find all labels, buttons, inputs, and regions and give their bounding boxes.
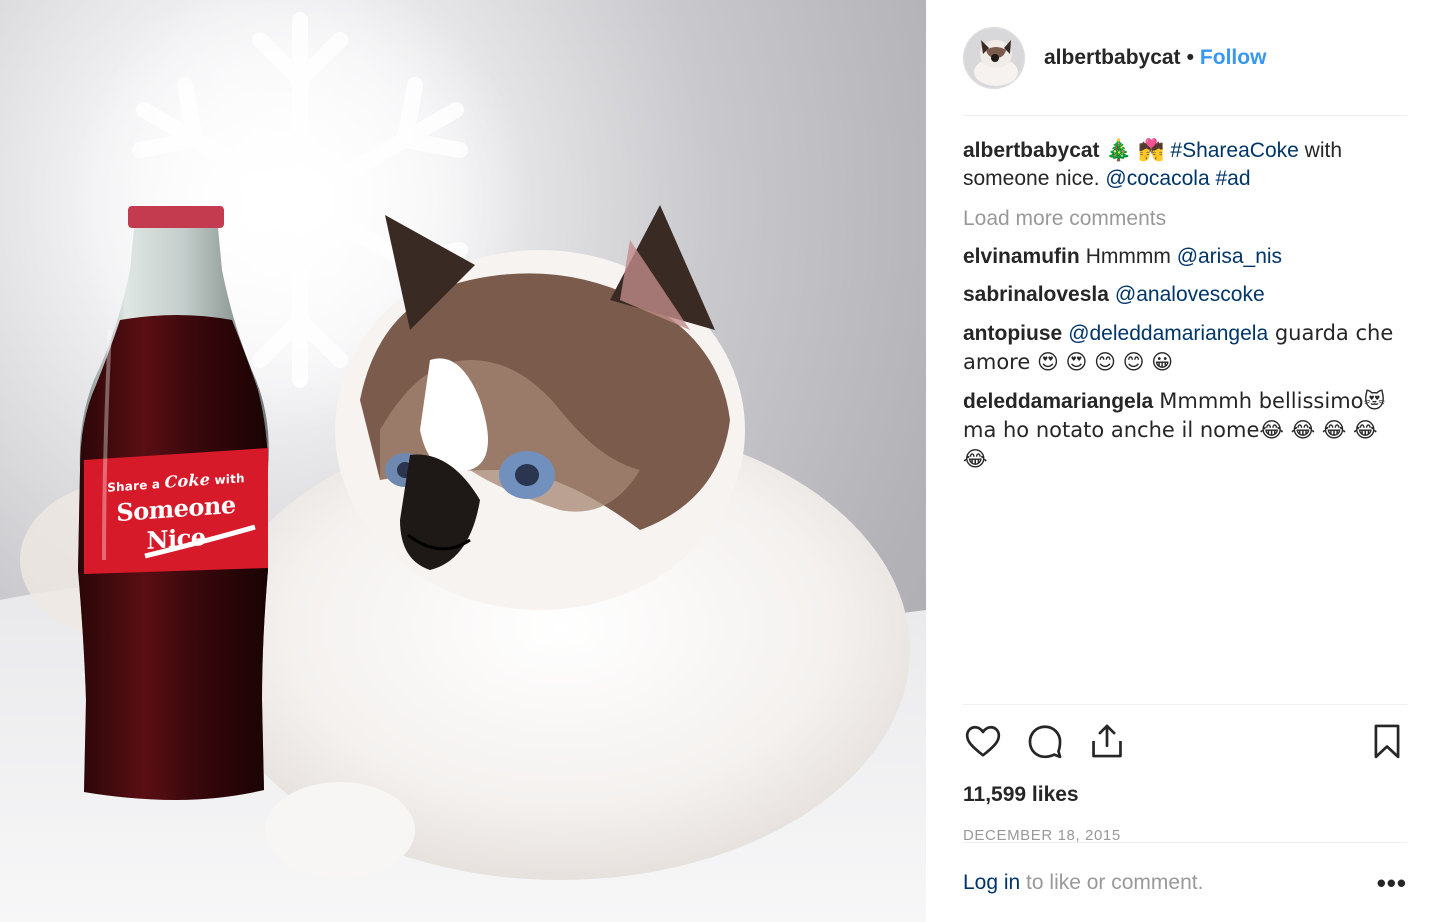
- instagram-post: Share a Coke with Someone Nice albertbab…: [0, 0, 1440, 922]
- caption-hashtag-sharecoke[interactable]: #ShareaCoke: [1170, 139, 1298, 162]
- caption-emojis: 🎄 💏: [1105, 138, 1165, 162]
- more-options-icon[interactable]: •••: [1377, 870, 1407, 896]
- comment-author[interactable]: elvinamufin: [963, 245, 1080, 268]
- save-button[interactable]: [1367, 721, 1407, 761]
- action-icons: [963, 721, 1407, 761]
- avatar-image: [964, 27, 1024, 88]
- post-footer: Log in to like or comment. •••: [963, 842, 1407, 922]
- post-header: albertbabycat • Follow: [963, 0, 1407, 116]
- comment-text: Hmmmm: [1085, 245, 1177, 268]
- photo-illustration: [0, 0, 926, 922]
- comment-author[interactable]: deleddamariangela: [963, 390, 1153, 413]
- share-button[interactable]: [1087, 721, 1127, 761]
- bookmark-icon: [1374, 724, 1400, 759]
- comment-item: elvinamufin Hmmmm @arisa_nis: [963, 243, 1407, 271]
- label-suffix: with: [214, 471, 245, 488]
- caption: albertbabycat 🎄 💏 #ShareaCoke with someon…: [963, 136, 1407, 193]
- caption-mention-cocacola[interactable]: @cocacola: [1105, 167, 1209, 190]
- label-prefix: Share a: [107, 477, 161, 495]
- login-link[interactable]: Log in: [963, 871, 1020, 894]
- likes-count[interactable]: 11,599 likes: [963, 783, 1407, 807]
- comment-item: deleddamariangela Mmmmh bellissimo😻 ma ho…: [963, 387, 1407, 474]
- avatar[interactable]: [963, 26, 1025, 89]
- post-sidebar: albertbabycat • Follow albertbabycat 🎄 💏 …: [926, 0, 1440, 922]
- follow-button[interactable]: Follow: [1200, 46, 1267, 70]
- comment-mention[interactable]: @deleddamariangela: [1068, 322, 1268, 345]
- caption-hashtag-ad[interactable]: #ad: [1215, 167, 1250, 190]
- header-separator: •: [1186, 45, 1194, 69]
- comment-mention[interactable]: @arisa_nis: [1177, 245, 1282, 268]
- comments-section: albertbabycat 🎄 💏 #ShareaCoke with someon…: [963, 116, 1407, 704]
- comment-author[interactable]: sabrinalovesla: [963, 283, 1109, 306]
- login-suffix: to like or comment.: [1020, 870, 1204, 894]
- bottle-label: Share a Coke with Someone Nice: [88, 456, 264, 578]
- comment-icon: [1028, 725, 1062, 759]
- like-button[interactable]: [963, 721, 1003, 761]
- login-prompt: Log in to like or comment.: [963, 871, 1203, 895]
- header-username[interactable]: albertbabycat: [1044, 46, 1181, 70]
- share-icon: [1092, 724, 1122, 758]
- caption-author[interactable]: albertbabycat: [963, 139, 1100, 162]
- comment-item: antopiuse @deleddamariangela guarda che a…: [963, 319, 1407, 377]
- heart-icon: [965, 725, 1001, 757]
- post-photo: Share a Coke with Someone Nice: [0, 0, 926, 922]
- label-line2: Nice: [146, 521, 206, 556]
- comment-item: sabrinalovesla @analovescoke: [963, 281, 1407, 309]
- post-actions: 11,599 likes DECEMBER 18, 2015: [963, 704, 1407, 844]
- label-brand: Coke: [164, 469, 211, 492]
- comment-button[interactable]: [1025, 721, 1065, 761]
- load-more-comments-button[interactable]: Load more comments: [963, 207, 1407, 231]
- comment-author[interactable]: antopiuse: [963, 322, 1062, 345]
- comment-mention[interactable]: @analovescoke: [1115, 283, 1265, 306]
